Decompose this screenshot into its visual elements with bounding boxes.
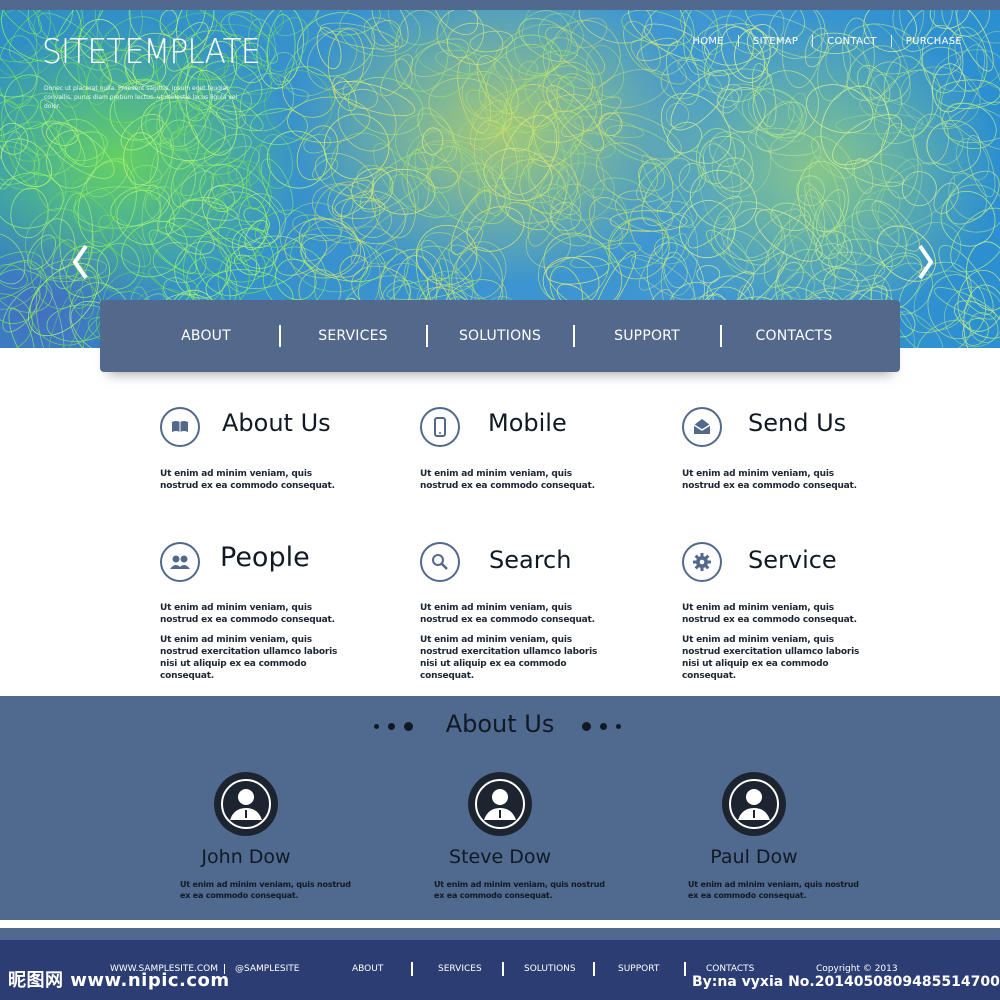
top-nav-divider bbox=[812, 35, 814, 47]
hero-banner: SITETEMPLATE Donec ut placerat nulla. Pr… bbox=[0, 10, 1000, 348]
feature-title: Search bbox=[489, 546, 572, 574]
nav-solutions[interactable]: SOLUTIONS bbox=[428, 328, 573, 344]
feature-title: Send Us bbox=[748, 409, 847, 437]
team-section: About Us John Dow Ut enim ad minim venia… bbox=[0, 696, 1000, 920]
chevron-right-icon[interactable] bbox=[910, 242, 940, 282]
top-nav-home[interactable]: HOME bbox=[692, 36, 724, 47]
feature-title: People bbox=[220, 542, 310, 573]
footer-nav-support[interactable]: SUPPORT bbox=[618, 964, 659, 974]
footer-divider bbox=[411, 962, 413, 976]
search-icon bbox=[420, 542, 460, 582]
member-bio: Ut enim ad minim veniam, quis nostrud ex… bbox=[180, 880, 351, 900]
member-bio: Ut enim ad minim veniam, quis nostrud ex… bbox=[688, 880, 859, 900]
nav-about[interactable]: ABOUT bbox=[134, 328, 279, 344]
footer-nav-services[interactable]: SERVICES bbox=[438, 964, 482, 974]
top-nav-purchase[interactable]: PURCHASE bbox=[906, 36, 962, 47]
chevron-left-icon[interactable] bbox=[66, 242, 96, 282]
mobile-icon bbox=[420, 407, 460, 447]
feature-text: Ut enim ad minim veniam, quis nostrud ex… bbox=[160, 603, 335, 625]
nav-contacts[interactable]: CONTACTS bbox=[722, 328, 867, 344]
gear-icon bbox=[682, 542, 722, 582]
site-logo[interactable]: SITETEMPLATE bbox=[42, 32, 261, 72]
main-nav: ABOUT SERVICES SOLUTIONS SUPPORT CONTACT… bbox=[100, 300, 900, 372]
avatar[interactable] bbox=[214, 772, 278, 836]
watermark-left: 昵图网 www.nipic.com bbox=[8, 970, 230, 991]
feature-text: Ut enim ad minim veniam, quis nostrud ex… bbox=[682, 469, 857, 491]
feature-text-extra: Ut enim ad minim veniam, quis nostrud ex… bbox=[682, 635, 860, 681]
avatar[interactable] bbox=[722, 772, 786, 836]
watermark-right: By:na vyxia No.20140508094855147000 bbox=[692, 974, 1000, 990]
mail-icon bbox=[682, 407, 722, 447]
feature-text: Ut enim ad minim veniam, quis nostrud ex… bbox=[420, 469, 595, 491]
feature-title: About Us bbox=[222, 409, 331, 437]
footer-nav-contacts[interactable]: CONTACTS bbox=[706, 964, 754, 974]
feature-text-extra: Ut enim ad minim veniam, quis nostrud ex… bbox=[420, 635, 598, 681]
section-divider bbox=[0, 920, 1000, 928]
decorative-dots bbox=[582, 722, 621, 731]
feature-text: Ut enim ad minim veniam, quis nostrud ex… bbox=[420, 603, 595, 625]
people-icon bbox=[160, 542, 200, 582]
top-nav-sitemap[interactable]: SITEMAP bbox=[753, 36, 798, 47]
footer-twitter-link[interactable]: @SAMPLESITE bbox=[235, 964, 299, 974]
footer-divider bbox=[502, 962, 504, 976]
team-title: About Us bbox=[445, 710, 555, 738]
footer-nav-about[interactable]: ABOUT bbox=[352, 964, 383, 974]
top-nav: HOME SITEMAP CONTACT PURCHASE bbox=[692, 35, 962, 47]
book-icon bbox=[160, 407, 200, 447]
feature-text: Ut enim ad minim veniam, quis nostrud ex… bbox=[682, 603, 857, 625]
avatar[interactable] bbox=[468, 772, 532, 836]
nav-support[interactable]: SUPPORT bbox=[575, 328, 720, 344]
footer-divider bbox=[684, 962, 686, 976]
footer-copyright: Copyright © 2013 bbox=[816, 964, 898, 974]
section-divider bbox=[0, 928, 1000, 940]
footer-nav-solutions[interactable]: SOLUTIONS bbox=[524, 964, 576, 974]
feature-title: Service bbox=[748, 546, 837, 574]
feature-text-extra: Ut enim ad minim veniam, quis nostrud ex… bbox=[160, 635, 338, 681]
footer-divider bbox=[593, 962, 595, 976]
feature-title: Mobile bbox=[488, 409, 567, 437]
top-nav-contact[interactable]: CONTACT bbox=[827, 36, 877, 47]
member-name: Steve Dow bbox=[449, 846, 551, 868]
top-nav-divider bbox=[890, 35, 892, 47]
member-bio: Ut enim ad minim veniam, quis nostrud ex… bbox=[434, 880, 605, 900]
member-name: John Dow bbox=[201, 846, 291, 868]
top-strip bbox=[0, 0, 1000, 10]
nav-services[interactable]: SERVICES bbox=[281, 328, 426, 344]
hero-tagline: Donec ut placerat nulla. Praesent sagitt… bbox=[44, 85, 238, 110]
top-nav-divider bbox=[737, 35, 739, 47]
member-name: Paul Dow bbox=[710, 846, 798, 868]
feature-text: Ut enim ad minim veniam, quis nostrud ex… bbox=[160, 469, 335, 491]
